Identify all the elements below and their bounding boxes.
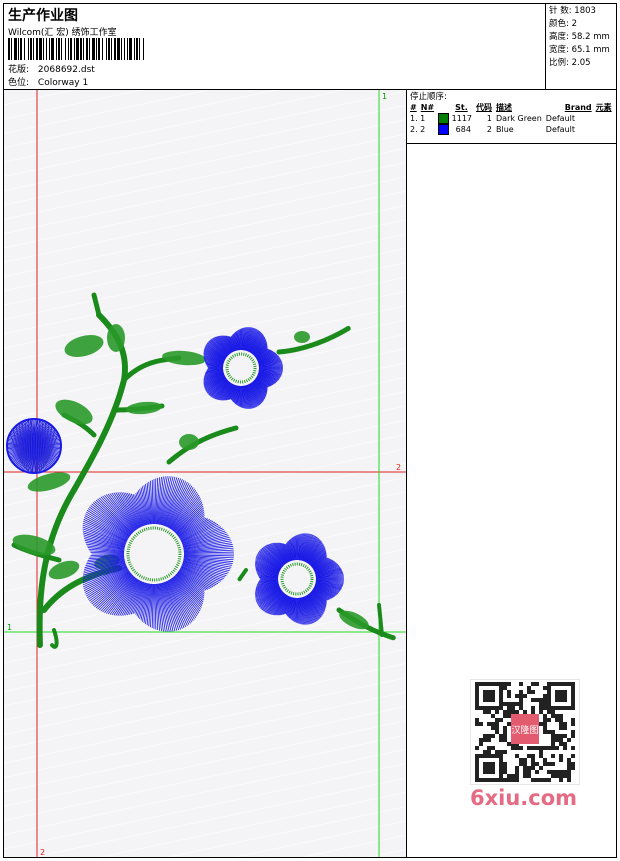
marker-right-red: 2 <box>396 463 401 472</box>
design-file-label: 花版: <box>8 65 30 75</box>
stitch-count: 针 数: 1803 <box>549 6 596 16</box>
column-element: 元素 <box>595 103 612 112</box>
color-count: 颜色: 2 <box>549 19 577 29</box>
row-brand: Default <box>545 125 576 134</box>
colorway-row: 色位: Colorway 1 <box>8 75 88 88</box>
barcode-image <box>8 38 144 60</box>
company-name: Wilcom(汇 宏) 绣饰工作室 <box>8 28 117 38</box>
row-index: 2. 2 <box>410 125 426 134</box>
stop-sequence-title: 停止顺序: <box>410 92 447 102</box>
marker-left-green: 1 <box>7 623 12 632</box>
design-file-value: 2068692.dst <box>37 65 95 75</box>
table-header: # N# St. 代码 描述 Brand 元素 <box>409 102 615 113</box>
table-row: 2. 2 684 2 Blue Default <box>409 124 615 135</box>
column-description: 描述 <box>496 103 513 112</box>
column-number: N# <box>420 103 435 112</box>
design-width: 宽度: 65.1 mm <box>549 45 610 55</box>
design-file-row: 花版: 2068692.dst <box>8 62 95 75</box>
color-swatch <box>438 113 450 124</box>
header: 生产作业图 Wilcom(汇 宏) 绣饰工作室 花版: 2068692.dst … <box>4 4 616 90</box>
column-code: 代码 <box>476 103 493 112</box>
table-row: 1. 1 1117 1 Dark Green Default <box>409 113 615 124</box>
color-swatch <box>438 124 450 135</box>
row-description: Dark Green <box>496 114 542 123</box>
design-info-box: 针 数: 1803 颜色: 2 高度: 58.2 mm 宽度: 65.1 mm … <box>545 4 616 89</box>
colorway-label: 色位: <box>8 78 30 88</box>
design-height: 高度: 58.2 mm <box>549 32 610 42</box>
column-index: # <box>410 103 417 112</box>
column-brand: Brand <box>564 103 592 112</box>
marker-bottom-red: 2 <box>40 848 45 857</box>
embroidery-preview: 1 1 2 2 <box>4 90 407 857</box>
row-description: Blue <box>496 125 514 134</box>
qr-code-image: 汉隆图 <box>470 679 580 785</box>
watermark-logo: 6xiu.com <box>470 786 578 810</box>
column-stitches: St. <box>455 103 468 112</box>
qr-stamp-label: 汉隆图 <box>511 724 538 736</box>
embroidery-drawing: 1 1 2 2 <box>4 90 406 857</box>
row-code: 2 <box>486 125 493 134</box>
page-title: 生产作业图 <box>8 8 78 24</box>
row-index: 1. 1 <box>410 114 426 123</box>
panel-divider <box>407 143 616 144</box>
marker-top-green: 1 <box>382 92 387 101</box>
row-brand: Default <box>545 114 576 123</box>
colorway-value: Colorway 1 <box>37 78 89 88</box>
design-ratio: 比例: 2.05 <box>549 58 591 68</box>
stop-sequence-table: # N# St. 代码 描述 Brand 元素 1. 1 1117 1 Dark… <box>409 102 615 135</box>
row-code: 1 <box>486 114 493 123</box>
